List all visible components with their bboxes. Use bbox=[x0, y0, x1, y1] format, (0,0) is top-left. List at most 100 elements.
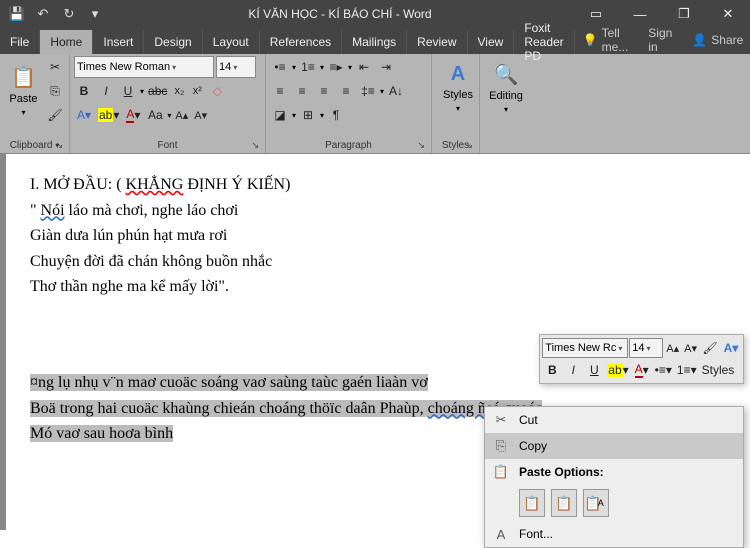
mini-styles-button[interactable]: A▾ bbox=[721, 337, 741, 359]
undo-icon[interactable]: ↶ bbox=[32, 3, 54, 25]
ctx-copy-label: Copy bbox=[519, 439, 547, 453]
shrink-font-button[interactable]: A▾ bbox=[192, 104, 209, 126]
font-color-button[interactable]: A▾ bbox=[123, 104, 143, 126]
paragraph-marks-button[interactable]: ¶ bbox=[326, 104, 346, 126]
decrease-indent-button[interactable]: ⇤ bbox=[354, 56, 374, 78]
editing-button[interactable]: 🔍 Editing ▾ bbox=[484, 56, 528, 120]
tab-file[interactable]: File bbox=[0, 30, 40, 54]
close-icon[interactable]: ✕ bbox=[706, 0, 750, 28]
share-button[interactable]: 👤Share bbox=[684, 33, 750, 47]
mini-grow-button[interactable]: A▴ bbox=[664, 337, 681, 359]
sort-button[interactable]: A↓ bbox=[386, 80, 406, 102]
scissors-icon: ✂ bbox=[491, 412, 511, 428]
bullets-button[interactable]: •≡ bbox=[270, 56, 290, 78]
tab-layout[interactable]: Layout bbox=[203, 30, 260, 54]
mini-underline-button[interactable]: U bbox=[584, 359, 604, 381]
paste-text-only-button[interactable]: 📋A bbox=[583, 489, 609, 517]
qat-customize-icon[interactable]: ▾ bbox=[84, 3, 106, 25]
mini-bullets-button[interactable]: •≡▾ bbox=[653, 359, 674, 381]
tab-references[interactable]: References bbox=[260, 30, 342, 54]
doc-line-5[interactable]: Thơ thần nghe ma kể mấy lời". bbox=[30, 274, 726, 300]
dialog-launcher-icon[interactable]: ↘ bbox=[465, 140, 473, 151]
align-left-button[interactable]: ≡ bbox=[270, 80, 290, 102]
tab-insert[interactable]: Insert bbox=[93, 30, 144, 54]
font-size-value: 14 bbox=[219, 61, 231, 73]
doc-line-2[interactable]: " Nói láo mà chơi, nghe láo chơi bbox=[30, 198, 726, 224]
cut-button[interactable]: ✂ bbox=[45, 56, 65, 78]
paste-options-row: 📋 📋 📋A bbox=[485, 485, 743, 521]
mini-numbering-button[interactable]: 1≡▾ bbox=[675, 359, 699, 381]
clipboard-label: Clipboard bbox=[10, 140, 53, 151]
ctx-copy[interactable]: ⎘ Copy bbox=[485, 433, 743, 459]
increase-indent-button[interactable]: ⇥ bbox=[376, 56, 396, 78]
text-effects-button[interactable]: A▾ bbox=[74, 104, 94, 126]
font-name-combo[interactable]: Times New Roman▾ bbox=[74, 56, 214, 78]
paste-merge-button[interactable]: 📋 bbox=[551, 489, 577, 517]
sign-in[interactable]: Sign in bbox=[640, 26, 680, 54]
tab-home[interactable]: Home bbox=[40, 30, 93, 54]
group-paragraph: •≡▾ 1≡▾ ≡▸▾ ⇤ ⇥ ≡ ≡ ≡ ≡ ‡≡▾ A↓ ◪▾ ⊞▾ ¶ P… bbox=[266, 54, 432, 153]
save-icon[interactable]: 💾 bbox=[6, 3, 28, 25]
dialog-launcher-icon[interactable]: ↘ bbox=[417, 140, 425, 151]
group-editing: 🔍 Editing ▾ bbox=[480, 54, 532, 153]
multilevel-button[interactable]: ≡▸ bbox=[326, 56, 346, 78]
numbering-button[interactable]: 1≡ bbox=[298, 56, 318, 78]
copy-button[interactable]: ⎘ bbox=[45, 80, 65, 102]
tab-mailings[interactable]: Mailings bbox=[342, 30, 407, 54]
mini-painter-button[interactable]: 🖌 bbox=[700, 337, 720, 359]
grow-font-button[interactable]: A▴ bbox=[173, 104, 190, 126]
ribbon-display-icon[interactable]: ▭ bbox=[574, 0, 618, 28]
borders-button[interactable]: ⊞ bbox=[298, 104, 318, 126]
align-right-button[interactable]: ≡ bbox=[314, 80, 334, 102]
dialog-launcher-icon[interactable]: ↘ bbox=[251, 140, 259, 151]
tab-foxit[interactable]: Foxit Reader PD bbox=[514, 30, 574, 54]
ctx-cut[interactable]: ✂ Cut bbox=[485, 407, 743, 433]
ctx-cut-label: Cut bbox=[519, 413, 538, 427]
bold-button[interactable]: B bbox=[74, 80, 94, 102]
redo-icon[interactable]: ↻ bbox=[58, 3, 80, 25]
tab-view[interactable]: View bbox=[468, 30, 515, 54]
strike-button[interactable]: abc bbox=[146, 80, 169, 102]
paste-button[interactable]: 📋 Paste ▾ bbox=[4, 59, 43, 123]
doc-line-1[interactable]: I. MỞ ĐẦU: ( KHẲNG ĐỊNH Ý KIẾN) bbox=[30, 172, 726, 198]
dialog-launcher-icon[interactable]: ↘ bbox=[55, 140, 63, 151]
mini-size-combo[interactable]: 14▾ bbox=[629, 338, 663, 358]
italic-button[interactable]: I bbox=[96, 80, 116, 102]
mini-fontcolor-button[interactable]: A▾ bbox=[632, 359, 652, 381]
subscript-button[interactable]: x₂ bbox=[171, 80, 187, 102]
tell-me[interactable]: 💡Tell me... bbox=[575, 26, 637, 54]
paste-icon: 📋 bbox=[11, 65, 36, 90]
mini-font-combo[interactable]: Times New Rc▾ bbox=[542, 338, 628, 358]
clear-format-button[interactable]: ◇ bbox=[207, 80, 227, 102]
mini-highlight-button[interactable]: ab▾ bbox=[605, 359, 630, 381]
mini-italic-button[interactable]: I bbox=[563, 359, 583, 381]
doc-line-4[interactable]: Chuyện đời đã chán không buồn nhắc bbox=[30, 249, 726, 275]
quick-access-toolbar: 💾 ↶ ↻ ▾ bbox=[0, 3, 106, 25]
clipboard-icon: 📋 bbox=[491, 464, 511, 480]
restore-icon[interactable]: ❐ bbox=[662, 0, 706, 28]
format-painter-button[interactable]: 🖌 bbox=[45, 104, 65, 126]
paste-label: Paste bbox=[9, 93, 37, 105]
mini-styles-label[interactable]: Styles bbox=[700, 359, 737, 381]
mini-bold-button[interactable]: B bbox=[542, 359, 562, 381]
find-icon: 🔍 bbox=[494, 62, 519, 87]
change-case-button[interactable]: Aa bbox=[145, 104, 165, 126]
ribbon: 📋 Paste ▾ ✂ ⎘ 🖌 Clipboard ▾↘ Times New R… bbox=[0, 54, 750, 154]
styles-icon: A bbox=[451, 63, 465, 86]
ctx-font[interactable]: A Font... bbox=[485, 521, 743, 547]
minimize-icon[interactable]: — bbox=[618, 0, 662, 28]
font-size-combo[interactable]: 14▾ bbox=[216, 56, 256, 78]
tab-review[interactable]: Review bbox=[407, 30, 467, 54]
paste-keep-source-button[interactable]: 📋 bbox=[519, 489, 545, 517]
doc-line-3[interactable]: Giàn dưa lún phún hạt mưa rơi bbox=[30, 223, 726, 249]
shading-button[interactable]: ◪ bbox=[270, 104, 290, 126]
line-spacing-button[interactable]: ‡≡ bbox=[358, 80, 378, 102]
align-center-button[interactable]: ≡ bbox=[292, 80, 312, 102]
styles-button[interactable]: A Styles ▾ bbox=[436, 56, 480, 120]
highlight-button[interactable]: ab▾ bbox=[96, 104, 121, 126]
underline-button[interactable]: U bbox=[118, 80, 138, 102]
justify-button[interactable]: ≡ bbox=[336, 80, 356, 102]
tab-design[interactable]: Design bbox=[144, 30, 202, 54]
superscript-button[interactable]: x² bbox=[189, 80, 205, 102]
mini-shrink-button[interactable]: A▾ bbox=[682, 337, 699, 359]
